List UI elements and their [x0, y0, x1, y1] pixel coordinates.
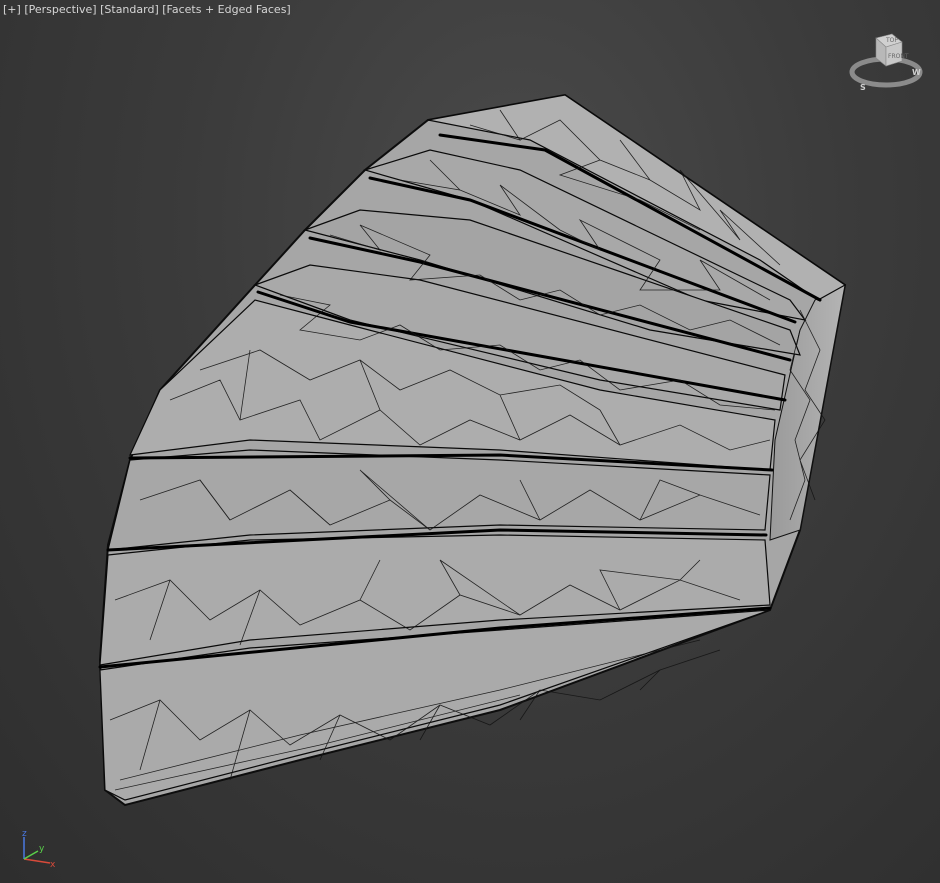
y-axis-label: y: [39, 844, 45, 854]
x-axis-label: x: [50, 860, 56, 869]
y-axis-line: [23, 850, 39, 860]
perspective-viewport[interactable]: [+] [Perspective] [Standard] [Facets + E…: [0, 0, 940, 883]
z-axis-label: z: [22, 829, 27, 839]
mesh-object[interactable]: [0, 0, 940, 883]
viewcube-widget[interactable]: TOP FRONT S W: [846, 30, 926, 96]
viewcube-compass-w[interactable]: W: [912, 68, 921, 77]
viewcube-compass-s[interactable]: S: [860, 83, 866, 92]
axis-tripod: z x y: [22, 829, 56, 869]
viewcube-front-label[interactable]: FRONT: [888, 53, 909, 60]
viewcube-top-label[interactable]: TOP: [885, 37, 898, 44]
x-axis-line: [23, 858, 51, 864]
